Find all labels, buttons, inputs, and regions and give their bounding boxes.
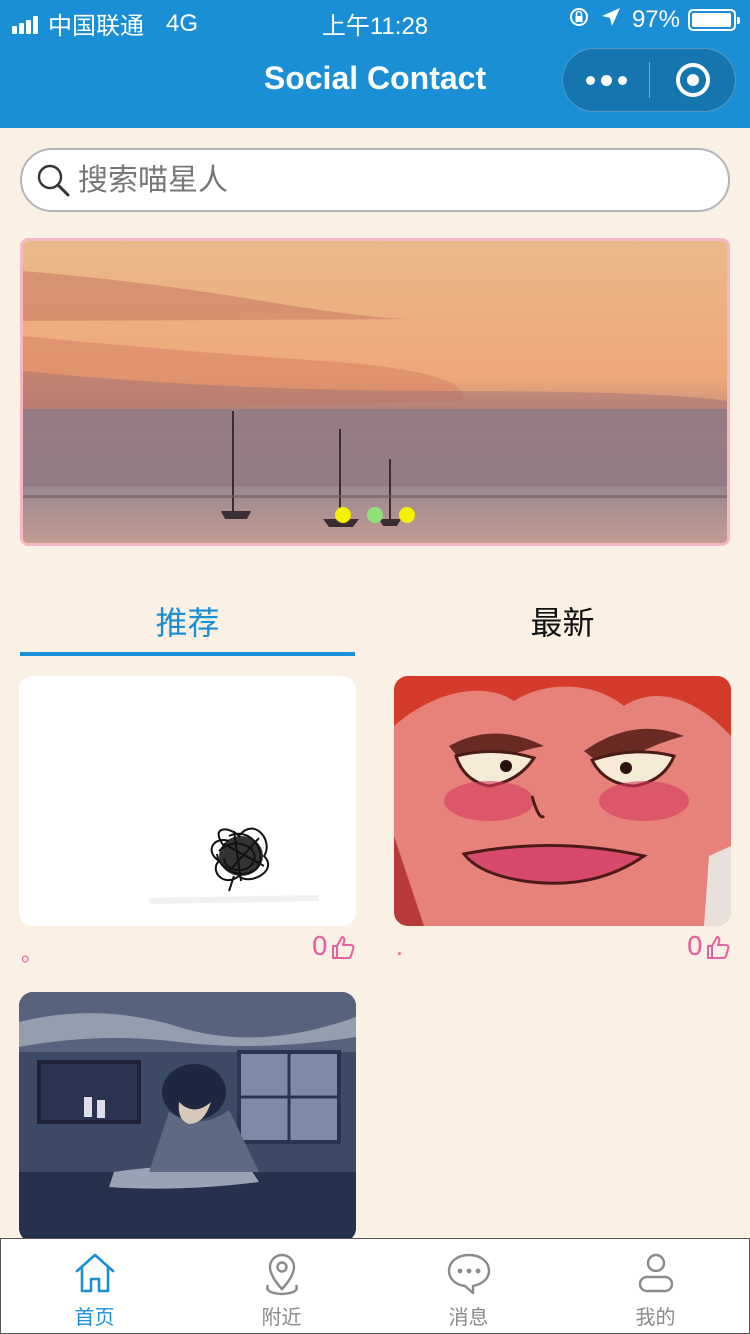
location-arrow-icon — [600, 6, 622, 34]
carousel-dots — [23, 507, 727, 523]
more-dot-icon — [585, 75, 595, 85]
battery-icon — [688, 9, 740, 31]
post-card[interactable]: . 0 — [394, 676, 731, 966]
bottom-tabbar: 首页 附近 消息 我的 — [0, 1238, 750, 1334]
banner-image — [23, 241, 727, 543]
battery-fill — [692, 13, 731, 27]
tab-latest[interactable]: 最新 — [395, 590, 730, 656]
tabbar-label: 附近 — [261, 1305, 302, 1329]
like-button[interactable]: 0 — [311, 932, 356, 962]
tabbar-label: 我的 — [635, 1305, 676, 1329]
like-count: 0 — [311, 932, 328, 962]
post-title: 。 — [21, 942, 44, 967]
like-count: 0 — [686, 932, 703, 962]
user-icon — [638, 1253, 673, 1293]
status-bar: 中国联通 4G 上午11:28 97% — [0, 0, 750, 40]
more-dot-icon — [617, 75, 627, 85]
battery-percent: 97% — [631, 6, 680, 33]
message-icon — [447, 1253, 490, 1295]
carousel-dot[interactable] — [335, 507, 351, 523]
post-card[interactable]: 。 0 — [19, 676, 356, 967]
tabbar-item-nearby[interactable]: 附近 — [188, 1239, 375, 1333]
target-icon — [675, 63, 710, 97]
thumbs-up-icon — [707, 936, 730, 959]
feed-tabs: 推荐 最新 — [20, 590, 730, 656]
post-title: . — [396, 936, 403, 961]
status-right: 97% — [568, 6, 740, 34]
post-image[interactable] — [394, 676, 731, 926]
location-icon — [265, 1253, 298, 1296]
nav-bar: Social Contact — [0, 40, 750, 128]
tabbar-item-home[interactable]: 首页 — [1, 1239, 188, 1333]
home-icon — [75, 1253, 114, 1293]
close-miniprogram-button[interactable] — [650, 49, 735, 111]
post-meta: . 0 — [394, 926, 731, 966]
tabbar-label: 消息 — [448, 1305, 489, 1329]
tabbar-item-profile[interactable]: 我的 — [562, 1239, 749, 1333]
more-button[interactable] — [563, 49, 649, 111]
search-icon — [37, 164, 70, 197]
tab-recommended[interactable]: 推荐 — [20, 590, 355, 656]
miniprogram-capsule — [562, 48, 736, 112]
post-image[interactable] — [19, 676, 356, 926]
search-input[interactable] — [78, 162, 728, 198]
more-dot-icon — [600, 74, 612, 86]
banner-carousel[interactable] — [20, 238, 730, 546]
carousel-dot[interactable] — [367, 507, 383, 523]
carousel-dot[interactable] — [399, 507, 415, 523]
like-button[interactable]: 0 — [686, 932, 731, 962]
post-meta: 。 0 — [19, 926, 356, 967]
search-bar[interactable] — [20, 148, 730, 212]
tabbar-label: 首页 — [74, 1305, 115, 1329]
thumbs-up-icon — [332, 936, 355, 959]
tabbar-item-messages[interactable]: 消息 — [375, 1239, 562, 1333]
post-image[interactable] — [19, 992, 356, 1242]
rotation-lock-icon — [568, 6, 590, 34]
post-card[interactable] — [19, 992, 356, 1242]
